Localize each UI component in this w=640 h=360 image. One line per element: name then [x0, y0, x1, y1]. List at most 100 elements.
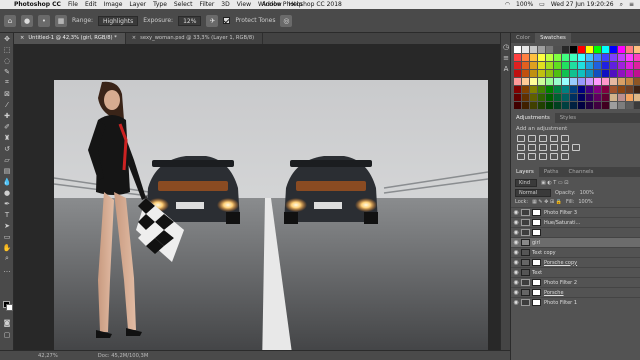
swatch[interactable] [634, 70, 640, 77]
tab-swatches[interactable]: Swatches [535, 33, 571, 43]
swatch[interactable] [538, 54, 545, 61]
swatch[interactable] [538, 78, 545, 85]
swatch[interactable] [602, 102, 609, 109]
battery-icon[interactable]: ▭ [539, 1, 545, 8]
swatch[interactable] [522, 78, 529, 85]
swatch[interactable] [594, 102, 601, 109]
swatch[interactable] [570, 102, 577, 109]
frame-tool-icon[interactable]: ⊠ [0, 88, 14, 99]
menu-file[interactable]: File [68, 1, 78, 8]
tab-channels[interactable]: Channels [564, 167, 599, 177]
swatch[interactable] [634, 78, 640, 85]
swatch[interactable] [546, 102, 553, 109]
shape-tool-icon[interactable]: ▭ [0, 231, 14, 242]
swatch[interactable] [570, 62, 577, 69]
eye-icon[interactable]: ◉ [511, 259, 521, 266]
layer-row[interactable]: ◉ Photo Filter 1 [511, 297, 640, 307]
layer-row[interactable]: ◉ Hue/Saturati... [511, 217, 640, 227]
lock-icons[interactable]: ▦ ✎ ✥ ⊞ 🔒 [532, 199, 562, 205]
swatch[interactable] [530, 78, 537, 85]
swatch[interactable] [626, 86, 633, 93]
swatch[interactable] [586, 78, 593, 85]
healing-tool-icon[interactable]: ✚ [0, 110, 14, 121]
swatch[interactable] [522, 54, 529, 61]
dodge-tool-icon[interactable]: ● [0, 187, 14, 198]
hand-tool-icon[interactable]: ✋ [0, 242, 14, 253]
fill-input[interactable]: 100% [578, 199, 592, 205]
swatch[interactable] [530, 70, 537, 77]
swatch[interactable] [570, 46, 577, 53]
swatch[interactable] [546, 94, 553, 101]
tab-adjustments[interactable]: Adjustments [511, 113, 555, 123]
menu-edit[interactable]: Edit [85, 1, 97, 8]
move-tool-icon[interactable]: ✥ [0, 33, 14, 44]
layer-row[interactable]: ◉ [511, 227, 640, 237]
swatch[interactable] [610, 78, 617, 85]
exposure-icon[interactable] [550, 135, 558, 142]
brightness-icon[interactable] [517, 135, 525, 142]
swatch[interactable] [562, 94, 569, 101]
eye-icon[interactable]: ◉ [511, 239, 521, 246]
swatch[interactable] [546, 70, 553, 77]
mask-thumb[interactable] [532, 259, 541, 266]
swatch[interactable] [554, 46, 561, 53]
photo-filter-icon[interactable] [550, 144, 558, 151]
swatch[interactable] [514, 62, 521, 69]
swatch[interactable] [562, 54, 569, 61]
home-icon[interactable]: ⌂ [4, 14, 16, 27]
layer-row[interactable]: ◉ Text [511, 267, 640, 277]
quick-select-tool-icon[interactable]: ✎ [0, 66, 14, 77]
search-icon[interactable]: ⌕ [620, 1, 623, 9]
swatch[interactable] [594, 86, 601, 93]
threshold-icon[interactable] [539, 153, 547, 160]
close-icon[interactable]: × [20, 35, 24, 41]
swatch[interactable] [514, 46, 521, 53]
swatch[interactable] [618, 54, 625, 61]
swatch[interactable] [594, 78, 601, 85]
swatch[interactable] [570, 54, 577, 61]
mask-thumb[interactable] [532, 229, 541, 236]
path-select-tool-icon[interactable]: ➤ [0, 220, 14, 231]
swatch[interactable] [562, 102, 569, 109]
channel-mixer-icon[interactable] [561, 144, 569, 151]
swatch[interactable] [538, 102, 545, 109]
swatch[interactable] [554, 78, 561, 85]
layer-row-selected[interactable]: ◉ girl [511, 237, 640, 247]
swatch[interactable] [538, 62, 545, 69]
swatch[interactable] [562, 46, 569, 53]
protect-tones-checkbox[interactable] [223, 17, 231, 24]
swatch[interactable] [626, 46, 633, 53]
swatch[interactable] [602, 62, 609, 69]
swatch[interactable] [586, 94, 593, 101]
swatch[interactable] [554, 86, 561, 93]
eye-icon[interactable]: ◉ [511, 209, 521, 216]
document-canvas[interactable] [54, 80, 488, 350]
mask-thumb[interactable] [532, 299, 541, 306]
menu-view[interactable]: View [237, 1, 251, 8]
mask-thumb[interactable] [532, 209, 541, 216]
blur-tool-icon[interactable]: 💧 [0, 176, 14, 187]
layer-row[interactable]: ◉ Porsche [511, 287, 640, 297]
pen-tool-icon[interactable]: ✒ [0, 198, 14, 209]
screen-mode-icon[interactable]: ▢ [0, 329, 14, 340]
eye-icon[interactable]: ◉ [511, 299, 521, 306]
range-select[interactable]: Highlights [98, 15, 139, 26]
swatch[interactable] [634, 62, 640, 69]
posterize-icon[interactable] [528, 153, 536, 160]
swatch[interactable] [522, 70, 529, 77]
swatch[interactable] [578, 78, 585, 85]
layer-row[interactable]: ◉ Text copy [511, 247, 640, 257]
swatch[interactable] [594, 62, 601, 69]
tab-layers[interactable]: Layers [511, 167, 539, 177]
swatch[interactable] [602, 70, 609, 77]
swatch[interactable] [578, 70, 585, 77]
swatch[interactable] [522, 94, 529, 101]
swatch[interactable] [570, 78, 577, 85]
swatch[interactable] [578, 46, 585, 53]
swatch[interactable] [538, 86, 545, 93]
swatch[interactable] [626, 78, 633, 85]
color-lookup-icon[interactable] [572, 144, 580, 151]
swatch[interactable] [610, 86, 617, 93]
swatch[interactable] [570, 70, 577, 77]
swatch[interactable] [514, 78, 521, 85]
